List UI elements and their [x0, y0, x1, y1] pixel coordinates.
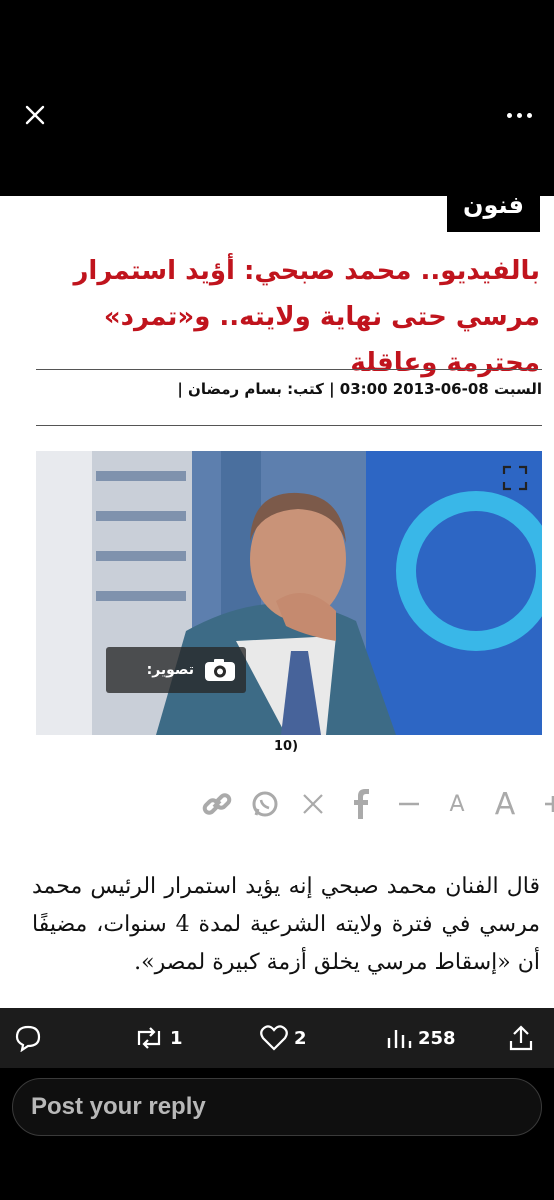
views-button[interactable]: 258 — [386, 1022, 456, 1054]
font-small-icon[interactable]: A — [440, 787, 474, 821]
article-photo: تصوير: — [36, 451, 542, 735]
engagement-bar: 1 2 258 — [0, 1008, 554, 1068]
share-toolbar: A A — [200, 784, 554, 824]
divider — [36, 425, 542, 426]
share-icon — [509, 1025, 533, 1051]
share-button[interactable] — [508, 1022, 534, 1054]
plus-icon[interactable] — [536, 787, 554, 821]
whatsapp-icon[interactable] — [248, 787, 282, 821]
view-count: 258 — [418, 1027, 456, 1049]
article-meta: السبت 08-06-2013 03:00 | كتب: بسام رمضان… — [177, 380, 542, 398]
repost-count: 1 — [170, 1027, 183, 1049]
font-large-icon[interactable]: A — [488, 787, 522, 822]
x-icon[interactable] — [296, 787, 330, 821]
reply-input[interactable]: Post your reply — [12, 1078, 542, 1136]
photo-credit: تصوير: — [106, 647, 246, 693]
like-count: 2 — [294, 1027, 307, 1049]
section-tag: فنون — [446, 196, 540, 232]
facebook-icon[interactable] — [344, 787, 378, 821]
article-body: قال الفنان محمد صبحي إنه يؤيد استمرار ال… — [32, 874, 540, 975]
expand-icon[interactable] — [502, 465, 528, 491]
camera-icon — [205, 659, 235, 681]
comment-icon — [15, 1025, 41, 1052]
repost-icon — [137, 1027, 161, 1049]
reply-button[interactable] — [14, 1022, 42, 1054]
repost-button[interactable]: 1 — [134, 1022, 183, 1054]
close-icon — [25, 105, 45, 125]
close-button[interactable] — [18, 98, 52, 132]
more-horizontal-icon — [506, 112, 512, 118]
more-options-button[interactable] — [496, 98, 542, 132]
like-button[interactable]: 2 — [260, 1022, 307, 1054]
minus-icon[interactable] — [392, 787, 426, 821]
heart-icon — [260, 1025, 288, 1051]
link-icon[interactable] — [200, 787, 234, 821]
article-image[interactable]: فنون بالفيديو.. محمد صبحي: أؤيد استمرار … — [0, 196, 554, 1008]
viewer-top-bar — [0, 0, 554, 196]
divider — [36, 369, 542, 370]
article-headline: بالفيديو.. محمد صبحي: أؤيد استمرار مرسي … — [73, 256, 540, 378]
reply-area: Post your reply — [0, 1068, 554, 1200]
views-icon — [387, 1030, 412, 1048]
photo-count: (10 — [274, 739, 299, 754]
photo-credit-label: تصوير: — [146, 662, 194, 678]
